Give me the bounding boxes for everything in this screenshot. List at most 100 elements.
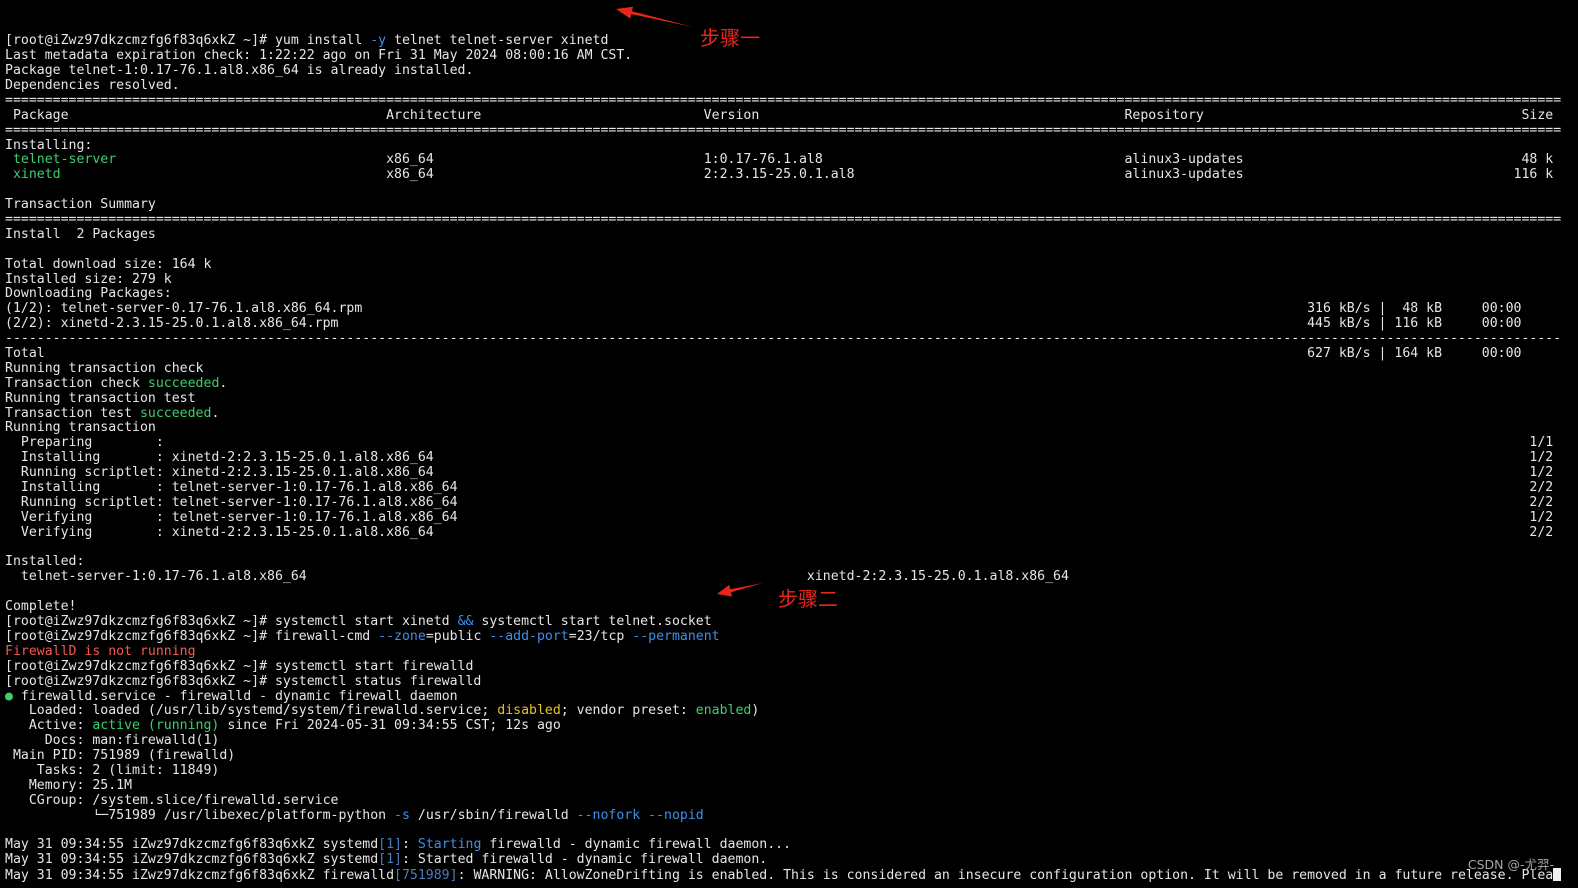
terminal-text: ========================================… [5, 123, 1562, 138]
highlighted-text: succeeded [139, 406, 212, 421]
terminal-text: ----------------------------------------… [5, 332, 1562, 347]
highlighted-text: --nofork [576, 808, 641, 823]
terminal-line: CGroup: /system.slice/firewalld.service [5, 794, 1578, 809]
terminal-line: Total download size: 164 k [5, 258, 1578, 273]
terminal-text: . [219, 376, 228, 391]
terminal-text: Package telnet-1:0.17-76.1.al8.x86_64 is… [5, 64, 474, 79]
terminal-line: Downloading Packages: [5, 287, 1578, 302]
terminal-line: Total 627 kB/s | 164 kB 00:00 [5, 347, 1578, 362]
terminal-line: Last metadata expiration check: 1:22:22 … [5, 49, 1578, 64]
terminal-text: [root@iZwz97dkzcmzfg6f83q6xkZ ~]# system… [5, 674, 482, 689]
terminal-text: Install 2 Packages [5, 227, 156, 242]
terminal-text: Installing: [5, 138, 93, 153]
terminal-text: /usr/sbin/firewalld [409, 808, 577, 823]
terminal-line: telnet-server-1:0.17-76.1.al8.x86_64 xin… [5, 570, 1578, 585]
terminal-text: firewalld.service - firewalld - dynamic … [12, 689, 458, 704]
terminal-line: Package Architecture Version Repository … [5, 109, 1578, 124]
terminal-line: Loaded: loaded (/usr/lib/systemd/system/… [5, 704, 1578, 719]
terminal-line: [root@iZwz97dkzcmzfg6f83q6xkZ ~]# system… [5, 660, 1578, 675]
terminal-text: Active: [5, 719, 93, 734]
terminal-cursor [1553, 868, 1562, 882]
terminal-line: Running transaction [5, 421, 1578, 436]
highlighted-text: FirewallD is not running [5, 644, 196, 659]
highlighted-text: [1] [378, 838, 402, 853]
terminal-line: [root@iZwz97dkzcmzfg6f83q6xkZ ~]# firewa… [5, 630, 1578, 645]
terminal-line: └─751989 /usr/libexec/platform-python -s… [5, 809, 1578, 824]
terminal-line: Transaction Summary [5, 198, 1578, 213]
highlighted-text: [751989] [394, 868, 458, 884]
terminal-line: Verifying : telnet-server-1:0.17-76.1.al… [5, 511, 1578, 526]
highlighted-text: disabled [497, 704, 561, 719]
terminal-text: May 31 09:34:55 iZwz97dkzcmzfg6f83q6xkZ … [5, 868, 395, 884]
terminal-text: Transaction Summary [5, 198, 156, 213]
terminal-line: Installed: [5, 555, 1578, 570]
highlighted-text: active (running) [92, 719, 220, 734]
terminal-text: (2/2): xinetd-2.3.15-25.0.1.al8.x86_64.r… [5, 317, 1522, 332]
terminal-text: Transaction check [5, 376, 148, 391]
terminal-line: telnet-server x86_64 1:0.17-76.1.al8 ali… [5, 153, 1578, 168]
terminal-line: [root@iZwz97dkzcmzfg6f83q6xkZ ~]# yum in… [5, 34, 1578, 49]
terminal-line: Memory: 25.1M [5, 779, 1578, 794]
terminal-text: firewalld - dynamic firewall daemon... [481, 838, 792, 853]
highlighted-text: succeeded [147, 376, 220, 391]
highlighted-text: ● [5, 689, 13, 704]
highlighted-text: xinetd [12, 168, 61, 183]
terminal-text: └─751989 /usr/libexec/platform-python [5, 808, 395, 823]
terminal-text: CGroup: /system.slice/firewalld.service [5, 793, 339, 808]
terminal-line: FirewallD is not running [5, 645, 1578, 660]
highlighted-text: -s [394, 808, 410, 823]
terminal-text: ) [751, 704, 760, 719]
terminal-line: [root@iZwz97dkzcmzfg6f83q6xkZ ~]# system… [5, 675, 1578, 690]
csdn-watermark: CSDN @-尤羿- [1467, 857, 1554, 872]
terminal-line: Dependencies resolved. [5, 79, 1578, 94]
terminal-text: ; vendor preset: [560, 704, 696, 719]
terminal-text: since Fri 2024-05-31 09:34:55 CST; 12s a… [219, 719, 561, 734]
terminal-line: Installing: [5, 139, 1578, 154]
terminal-text: Total 627 kB/s | 164 kB 00:00 [5, 347, 1522, 362]
highlighted-text: [1] [378, 853, 402, 868]
terminal-text: [root@iZwz97dkzcmzfg6f83q6xkZ ~]# system… [5, 659, 474, 674]
terminal-line: ========================================… [5, 94, 1578, 109]
terminal-output: [root@iZwz97dkzcmzfg6f83q6xkZ ~]# yum in… [5, 34, 1578, 883]
terminal-text: x86_64 2:2.3.15-25.0.1.al8 alinux3-updat… [60, 168, 1554, 183]
terminal-line: Main PID: 751989 (firewalld) [5, 749, 1578, 764]
terminal-text: [root@iZwz97dkzcmzfg6f83q6xkZ ~]# firewa… [5, 629, 379, 644]
terminal-line: Running scriptlet: xinetd-2:2.3.15-25.0.… [5, 466, 1578, 481]
terminal-line: Package telnet-1:0.17-76.1.al8.x86_64 is… [5, 64, 1578, 79]
terminal-line: Installing : xinetd-2:2.3.15-25.0.1.al8.… [5, 451, 1578, 466]
terminal-text: : WARNING: AllowZoneDrifting is enabled.… [457, 868, 1554, 884]
highlighted-text: --permanent [632, 629, 720, 644]
terminal-line: Tasks: 2 (limit: 11849) [5, 764, 1578, 779]
terminal-text: Running transaction check [5, 361, 204, 376]
terminal-line: (2/2): xinetd-2.3.15-25.0.1.al8.x86_64.r… [5, 317, 1578, 332]
terminal-line: ● firewalld.service - firewalld - dynami… [5, 690, 1578, 705]
highlighted-text: --add-port [489, 629, 569, 644]
terminal-text: Preparing : 1/1 [5, 436, 1554, 451]
terminal-text: Installing : telnet-server-1:0.17-76.1.a… [5, 481, 1554, 496]
terminal-text: Verifying : xinetd-2:2.3.15-25.0.1.al8.x… [5, 525, 1554, 540]
terminal-text: Loaded: loaded (/usr/lib/systemd/system/… [5, 704, 498, 719]
terminal-text: Running scriptlet: telnet-server-1:0.17-… [5, 495, 1554, 510]
terminal-text: telnet-server-1:0.17-76.1.al8.x86_64 xin… [5, 570, 1069, 585]
terminal-text: Main PID: 751989 (firewalld) [5, 749, 236, 764]
highlighted-text: --nopid [648, 808, 704, 823]
terminal-text: Docs: man:firewalld(1) [5, 734, 220, 749]
terminal-text: : Started firewalld - dynamic firewall d… [402, 853, 768, 868]
terminal-line: Docs: man:firewalld(1) [5, 734, 1578, 749]
terminal-line: Active: active (running) since Fri 2024-… [5, 719, 1578, 734]
highlighted-text: enabled [695, 704, 752, 719]
terminal-text: . [211, 406, 220, 421]
terminal-text: =public [425, 629, 490, 644]
terminal-text: Memory: 25.1M [5, 778, 133, 793]
terminal-window[interactable]: [root@iZwz97dkzcmzfg6f83q6xkZ ~]# yum in… [0, 0, 1578, 888]
terminal-line: (1/2): telnet-server-0.17-76.1.al8.x86_6… [5, 302, 1578, 317]
terminal-line: Preparing : 1/1 [5, 436, 1578, 451]
terminal-text: =23/tcp [568, 629, 633, 644]
annotation-step-two-label: 步骤二 [778, 587, 838, 611]
terminal-text: Installed: [5, 555, 85, 570]
